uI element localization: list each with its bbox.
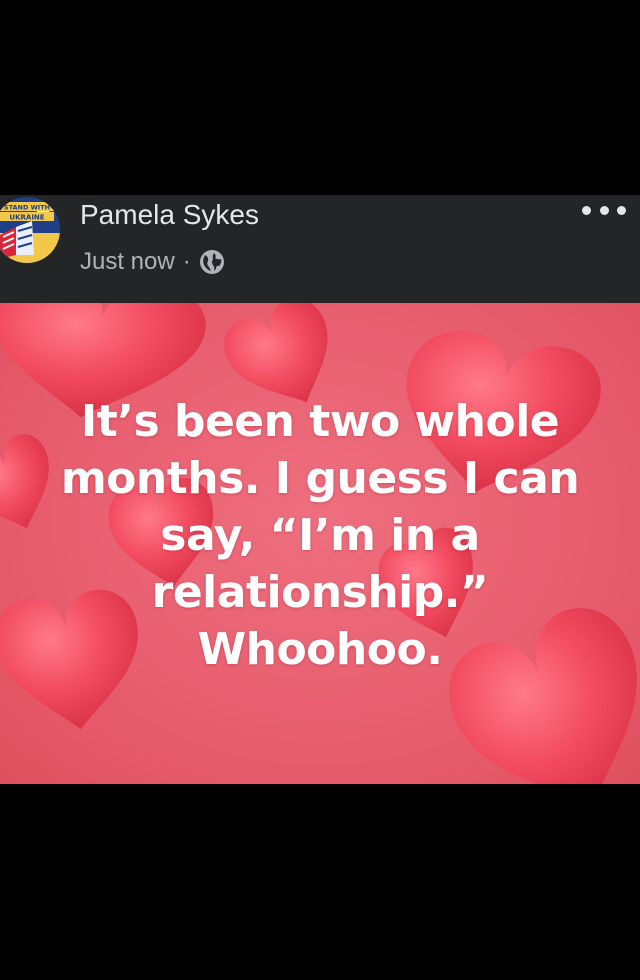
avatar-badge-line2: UKRAINE	[9, 214, 44, 222]
post-text-line: relationship.”	[151, 567, 489, 618]
post-text-line: Whoohoo.	[197, 624, 443, 675]
more-options-button[interactable]	[582, 199, 626, 221]
avatar[interactable]: STAND WITH UKRAINE	[0, 197, 60, 263]
post-header: STAND WITH UKRAINE Pamela Sykes Just now…	[0, 195, 640, 303]
post-timestamp[interactable]: Just now	[80, 248, 175, 276]
globe-icon[interactable]	[199, 249, 225, 275]
meta-separator: ·	[182, 248, 191, 275]
post-text-line: say, “I’m in a	[160, 510, 480, 561]
avatar-badge-line1: STAND WITH	[4, 204, 50, 212]
post-text: It’s been two whole months. I guess I ca…	[0, 393, 640, 678]
post-text-line: It’s been two whole	[80, 396, 560, 447]
avatar-image: STAND WITH UKRAINE	[0, 197, 60, 263]
post-text-line: months. I guess I can	[60, 453, 580, 504]
more-options-icon	[582, 205, 591, 215]
author-name[interactable]: Pamela Sykes	[80, 199, 259, 231]
post-background: It’s been two whole months. I guess I ca…	[0, 303, 640, 784]
post-meta: Just now ·	[80, 245, 225, 279]
